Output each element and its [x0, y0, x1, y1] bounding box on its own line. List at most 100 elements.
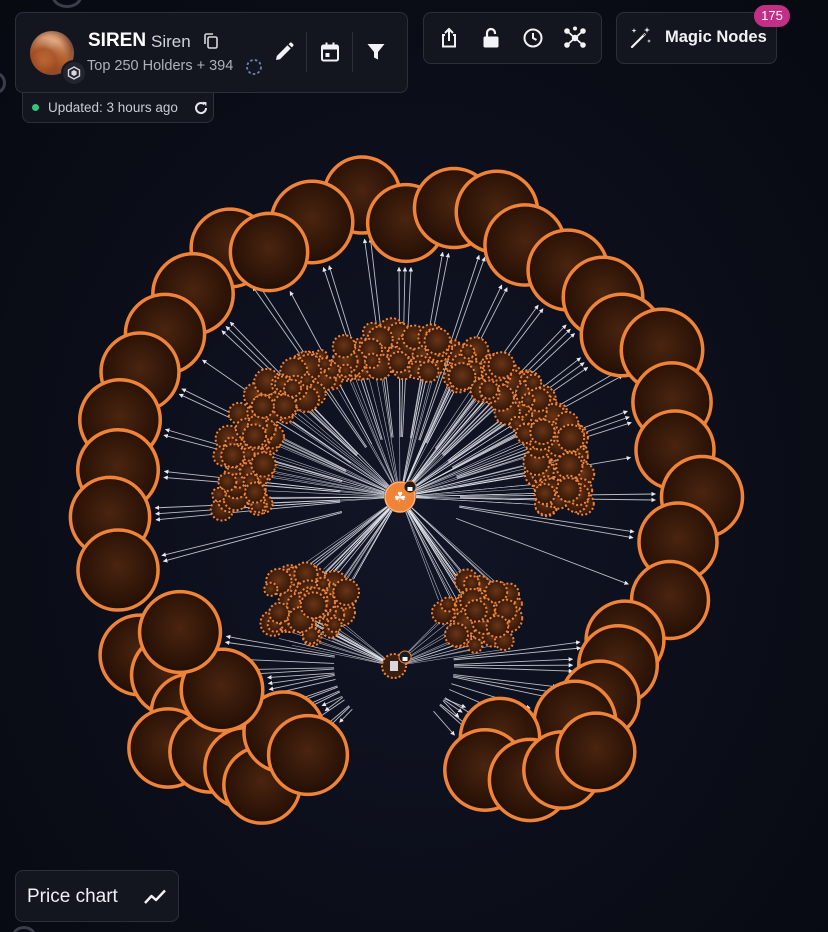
- small-holder-node[interactable]: [463, 574, 481, 593]
- small-holder-node[interactable]: [283, 378, 302, 398]
- transfer-edge: [274, 497, 385, 504]
- price-chart-button[interactable]: Price chart: [15, 870, 179, 922]
- small-holder-node[interactable]: [439, 596, 456, 613]
- transfer-edge: [453, 662, 574, 668]
- token-symbol: SIREN: [88, 30, 147, 51]
- calendar-button[interactable]: [313, 35, 347, 69]
- small-holder-node[interactable]: [315, 576, 331, 591]
- calendar-icon: [321, 42, 339, 62]
- network-icon: [564, 26, 586, 48]
- bubble-map-canvas[interactable]: ☘ SIREN Siren Top 250 Holders + 394 Upda…: [0, 0, 828, 932]
- small-holder-node[interactable]: [555, 451, 584, 481]
- small-holder-node[interactable]: [466, 637, 484, 654]
- small-holder-node[interactable]: [331, 334, 357, 359]
- small-holder-node[interactable]: [332, 578, 361, 606]
- copy-icon[interactable]: [202, 32, 220, 50]
- transfer-edge: [349, 364, 395, 483]
- lock-icon-body: [402, 657, 408, 661]
- refresh-icon[interactable]: [193, 100, 209, 116]
- transfer-edge: [267, 429, 386, 491]
- transfer-edge: [409, 401, 475, 485]
- small-holder-node[interactable]: [326, 616, 343, 634]
- updated-label: Updated: 3 hours ago: [48, 100, 178, 115]
- small-holder-node[interactable]: [524, 373, 543, 392]
- transfer-edge: [321, 695, 343, 707]
- small-holder-node[interactable]: [447, 362, 477, 391]
- small-holder-node[interactable]: [220, 443, 246, 469]
- small-holder-node[interactable]: [243, 481, 267, 504]
- chain-icon: [61, 60, 87, 86]
- small-holder-node[interactable]: [555, 476, 582, 503]
- history-icon: [523, 28, 543, 48]
- transfer-edge: [280, 439, 386, 491]
- small-holder-node[interactable]: [299, 591, 328, 620]
- small-holder-node[interactable]: [268, 601, 291, 624]
- magic-nodes-button[interactable]: Magic Nodes: [616, 12, 777, 64]
- transfer-edge: [305, 506, 388, 571]
- small-holder-node[interactable]: [263, 581, 279, 597]
- transfer-edge: [433, 710, 455, 736]
- loading-spinner-icon: [245, 58, 263, 76]
- transfer-edge: [405, 511, 439, 601]
- small-holder-node[interactable]: [241, 423, 268, 449]
- small-holder-node[interactable]: [444, 622, 469, 648]
- holder-node[interactable]: [76, 528, 160, 612]
- share-icon: [442, 27, 456, 48]
- small-holder-node[interactable]: [460, 344, 476, 360]
- small-holder-node[interactable]: [423, 327, 452, 356]
- small-holder-node[interactable]: [464, 599, 488, 623]
- small-holder-node[interactable]: [478, 379, 499, 400]
- divider: [352, 32, 353, 72]
- hub-pool-icon: ☘: [394, 490, 407, 506]
- small-holder-node[interactable]: [487, 351, 516, 379]
- token-info-panel: SIREN Siren Top 250 Holders + 394: [15, 12, 408, 93]
- small-holder-node[interactable]: [485, 614, 510, 639]
- small-holder-node[interactable]: [250, 451, 277, 478]
- holder-node[interactable]: [266, 713, 350, 797]
- edit-button[interactable]: [267, 35, 301, 69]
- divider: [306, 32, 307, 72]
- transfer-edge: [453, 675, 557, 695]
- update-status: Updated: 3 hours ago: [22, 93, 214, 123]
- share-button[interactable]: [432, 21, 466, 55]
- history-button[interactable]: [516, 21, 550, 55]
- edit-icon: [276, 42, 294, 60]
- small-holder-node[interactable]: [338, 363, 353, 378]
- holder-node[interactable]: [228, 211, 310, 293]
- small-holder-node[interactable]: [529, 418, 556, 446]
- small-holder-node[interactable]: [217, 472, 238, 492]
- clusters-button[interactable]: [558, 21, 592, 55]
- transfer-edge: [339, 708, 353, 723]
- small-holder-node[interactable]: [520, 392, 536, 408]
- transfer-edge: [353, 510, 393, 580]
- transfer-edge: [162, 512, 343, 563]
- holder-node[interactable]: [137, 589, 223, 675]
- lock-icon-body: [407, 487, 413, 491]
- magic-nodes-count-badge: 175: [754, 5, 790, 27]
- small-holder-node[interactable]: [250, 394, 275, 419]
- transfer-edge: [323, 507, 389, 570]
- transfer-edge: [352, 381, 395, 483]
- holder-node[interactable]: [555, 711, 637, 793]
- transfer-edge: [407, 511, 454, 600]
- small-holder-node[interactable]: [533, 482, 556, 506]
- holders-summary[interactable]: Top 250 Holders + 394: [87, 58, 233, 74]
- magic-wand-icon: [628, 25, 654, 51]
- small-holder-node[interactable]: [417, 360, 440, 383]
- status-dot: [32, 104, 39, 111]
- transfer-edge: [411, 507, 493, 584]
- transfer-edge: [161, 511, 342, 557]
- transfer-edge: [407, 510, 456, 599]
- small-holder-node[interactable]: [364, 352, 381, 369]
- small-holder-node[interactable]: [317, 356, 332, 372]
- small-holder-node[interactable]: [300, 373, 315, 388]
- document-icon: [390, 661, 398, 671]
- transfer-edge: [453, 657, 574, 665]
- holder-graph[interactable]: ☘: [0, 0, 828, 932]
- filter-button[interactable]: [359, 35, 393, 69]
- small-holder-node[interactable]: [271, 393, 298, 419]
- lock-button[interactable]: [474, 21, 508, 55]
- small-holder-node[interactable]: [211, 486, 227, 503]
- small-holder-node[interactable]: [387, 350, 411, 374]
- small-holder-node[interactable]: [556, 423, 586, 453]
